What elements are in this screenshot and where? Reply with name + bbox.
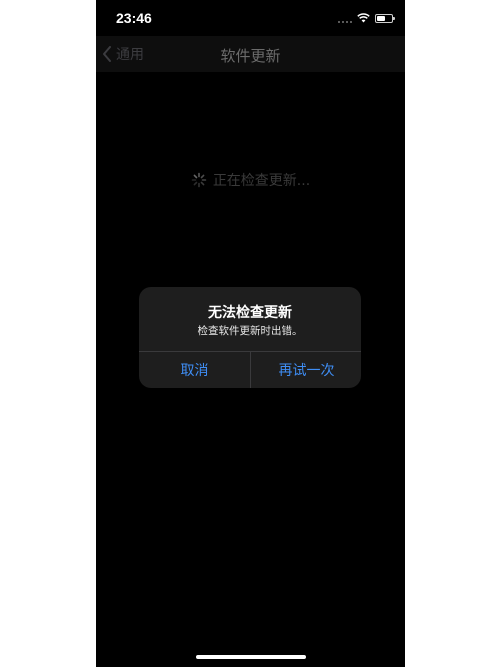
- navigation-bar: 通用 软件更新: [96, 36, 405, 72]
- status-time: 23:46: [116, 10, 152, 26]
- checking-text: 正在检查更新...: [212, 173, 311, 189]
- battery-level: [377, 15, 385, 21]
- retry-button[interactable]: 再试一次: [251, 352, 361, 388]
- phone-screen: 23:46 通用 软件更新 正在检查更新... 无法检查更新 检查软件更新时出错…: [96, 0, 405, 667]
- error-alert-dialog: 无法检查更新 检查软件更新时出错。 取消 再试一次: [139, 287, 361, 388]
- cancel-button[interactable]: 取消: [139, 352, 250, 388]
- page-title: 软件更新: [220, 47, 281, 65]
- cellular-signal-icon: [338, 13, 352, 23]
- status-icons: [338, 12, 395, 24]
- checking-status: 正在检查更新...: [96, 170, 405, 190]
- wifi-icon: [357, 13, 370, 23]
- alert-title: 无法检查更新: [208, 305, 292, 321]
- battery-icon: [375, 13, 395, 23]
- loading-spinner-icon: [191, 172, 207, 188]
- home-indicator[interactable]: [196, 655, 306, 659]
- alert-message: 检查软件更新时出错。: [197, 325, 303, 337]
- status-bar: 23:46: [96, 0, 405, 36]
